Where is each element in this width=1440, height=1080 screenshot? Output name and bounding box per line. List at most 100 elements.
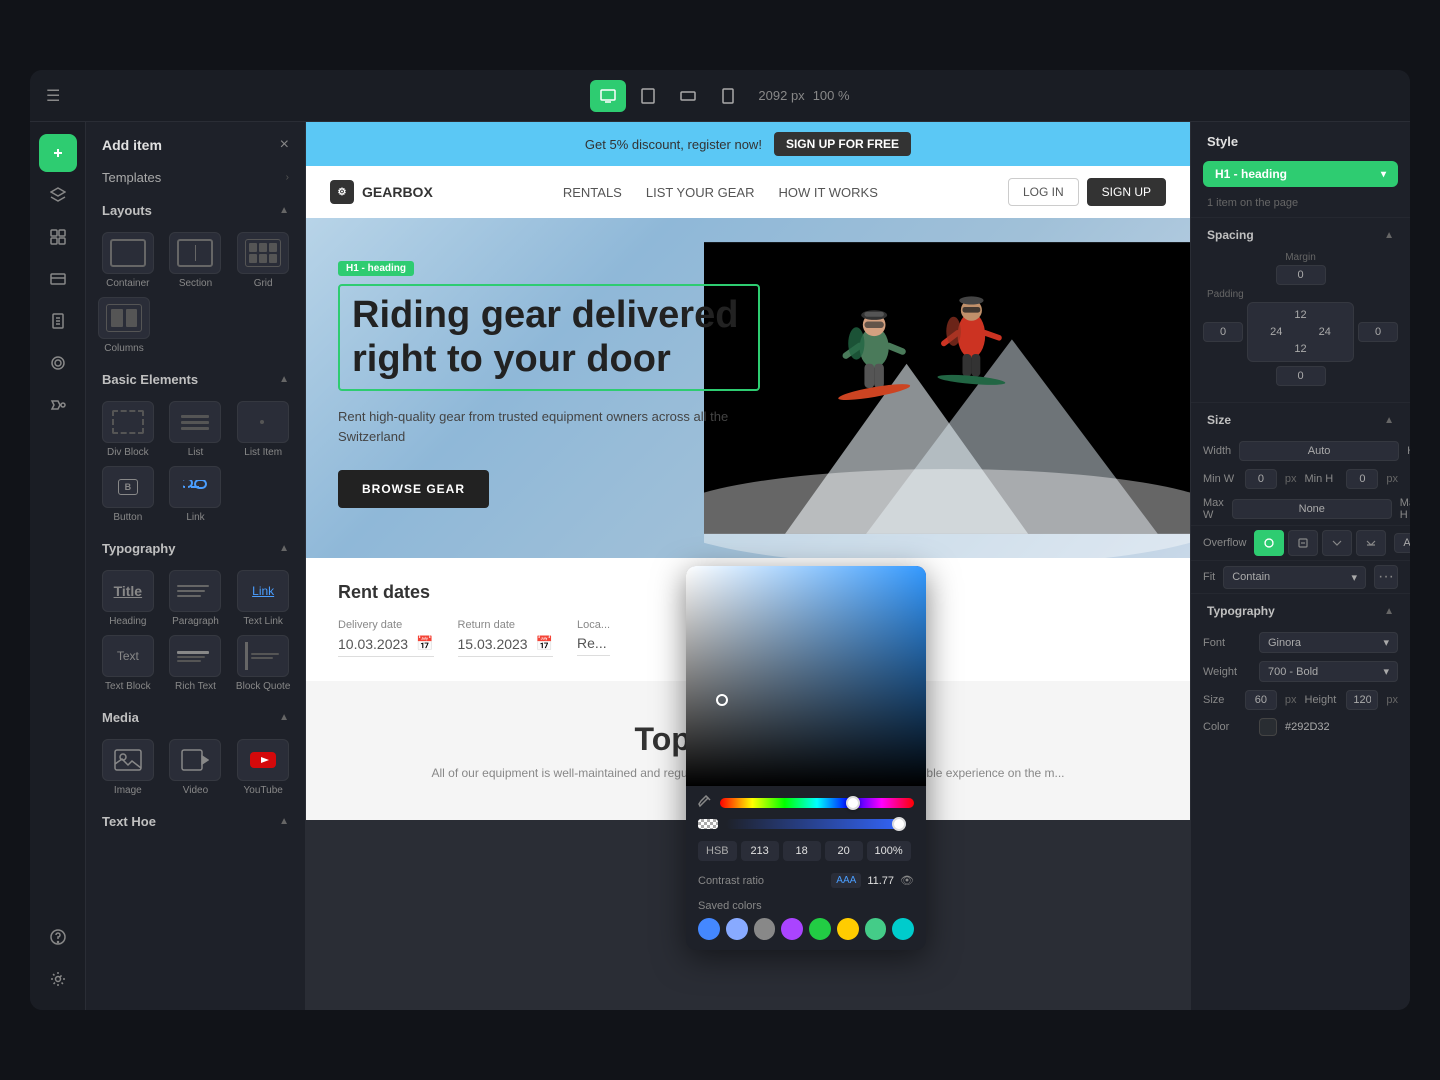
alpha-input[interactable] bbox=[867, 841, 911, 861]
layouts-section-header[interactable]: Layouts ▲ bbox=[86, 193, 305, 224]
min-w-input[interactable] bbox=[1245, 469, 1277, 489]
swatch-5[interactable] bbox=[809, 918, 831, 940]
media-youtube[interactable]: YouTube bbox=[233, 739, 293, 796]
text-hoe-section[interactable]: Text Hoe ▲ bbox=[86, 804, 305, 835]
min-h-input[interactable] bbox=[1346, 469, 1378, 489]
nav-link-how[interactable]: HOW IT WORKS bbox=[778, 185, 877, 200]
spacing-section-header[interactable]: Spacing ▲ bbox=[1191, 218, 1410, 252]
padding-left-input[interactable] bbox=[1203, 322, 1243, 342]
color-gradient[interactable] bbox=[686, 566, 926, 786]
signup-btn[interactable]: SIGN UP bbox=[1087, 178, 1166, 206]
color-swatch[interactable] bbox=[1259, 718, 1277, 736]
size-font-input[interactable] bbox=[1245, 690, 1277, 710]
help-icon[interactable] bbox=[39, 918, 77, 956]
size-font-unit: px bbox=[1285, 694, 1297, 706]
overflow-hidden-btn[interactable] bbox=[1288, 530, 1318, 556]
element-link[interactable]: Link bbox=[166, 466, 226, 523]
hero-heading[interactable]: Riding gear delivered right to your door bbox=[338, 284, 760, 391]
padding-left-val: 24 bbox=[1254, 324, 1299, 340]
basic-elements-section-header[interactable]: Basic Elements ▲ bbox=[86, 362, 305, 393]
desktop-view-btn[interactable] bbox=[590, 80, 626, 112]
overflow-auto-btn[interactable] bbox=[1356, 530, 1386, 556]
text-hoe-arrow: ▲ bbox=[279, 816, 289, 827]
typography-rp-header[interactable]: Typography ▲ bbox=[1191, 594, 1410, 628]
swatch-7[interactable] bbox=[865, 918, 887, 940]
delivery-value[interactable]: 10.03.2023 📅 bbox=[338, 635, 434, 657]
margin-bottom-input[interactable] bbox=[1276, 366, 1326, 386]
swatch-2[interactable] bbox=[726, 918, 748, 940]
layouts-grid: Container Section Grid bbox=[86, 224, 305, 362]
media-image[interactable]: Image bbox=[98, 739, 158, 796]
hue-slider[interactable] bbox=[720, 798, 914, 808]
tablet-view-btn[interactable] bbox=[630, 80, 666, 112]
layers-icon[interactable] bbox=[39, 176, 77, 214]
nav-link-rentals[interactable]: RENTALS bbox=[563, 185, 622, 200]
element-button[interactable]: B Button bbox=[98, 466, 158, 523]
settings-icon[interactable] bbox=[39, 960, 77, 998]
overflow-visible-btn[interactable] bbox=[1254, 530, 1284, 556]
pages-icon[interactable] bbox=[39, 302, 77, 340]
eyedropper-btn[interactable] bbox=[698, 794, 712, 811]
element-div-block[interactable]: Div Block bbox=[98, 401, 158, 458]
swatch-8[interactable] bbox=[892, 918, 914, 940]
components-icon[interactable] bbox=[39, 218, 77, 256]
typo-paragraph[interactable]: Paragraph bbox=[166, 570, 226, 627]
brightness-input[interactable] bbox=[825, 841, 863, 861]
container-label: Container bbox=[106, 278, 149, 289]
element-list[interactable]: List bbox=[166, 401, 226, 458]
typo-heading[interactable]: Title Heading bbox=[98, 570, 158, 627]
swatch-4[interactable] bbox=[781, 918, 803, 940]
mobile-portrait-btn[interactable] bbox=[710, 80, 746, 112]
swatch-3[interactable] bbox=[754, 918, 776, 940]
nav-link-list[interactable]: LIST YOUR GEAR bbox=[646, 185, 755, 200]
add-icon[interactable] bbox=[39, 134, 77, 172]
max-w-input[interactable] bbox=[1232, 499, 1392, 519]
margin-top-input[interactable] bbox=[1276, 265, 1326, 285]
width-input[interactable] bbox=[1239, 441, 1399, 461]
typography-section-header[interactable]: Typography ▲ bbox=[86, 531, 305, 562]
return-value[interactable]: 15.03.2023 📅 bbox=[458, 635, 554, 657]
fit-more-btn[interactable]: ··· bbox=[1374, 565, 1398, 589]
font-dropdown[interactable]: Ginora ▾ bbox=[1259, 632, 1398, 653]
media-video[interactable]: Video bbox=[166, 739, 226, 796]
layout-section[interactable]: Section bbox=[166, 232, 226, 289]
cms-icon[interactable] bbox=[39, 260, 77, 298]
typo-rich-text[interactable]: Rich Text bbox=[166, 635, 226, 692]
top-bar: ☰ 2092 px 100 % bbox=[30, 70, 1410, 122]
menu-icon[interactable]: ☰ bbox=[46, 86, 60, 106]
fit-dropdown[interactable]: Contain ▾ bbox=[1223, 566, 1366, 589]
height-label: Height bbox=[1407, 445, 1410, 457]
typo-text-link[interactable]: Link Text Link bbox=[233, 570, 293, 627]
heading-label: Heading bbox=[109, 616, 146, 627]
media-section-header[interactable]: Media ▲ bbox=[86, 700, 305, 731]
hue-input[interactable] bbox=[741, 841, 779, 861]
typo-text-block[interactable]: Text Text Block bbox=[98, 635, 158, 692]
panel-close-btn[interactable]: × bbox=[280, 136, 289, 154]
layout-columns[interactable]: Columns bbox=[98, 297, 150, 354]
spacing-arrow: ▲ bbox=[1384, 230, 1394, 241]
padding-right-input[interactable] bbox=[1358, 322, 1398, 342]
weight-dropdown[interactable]: 700 - Bold ▾ bbox=[1259, 661, 1398, 682]
text-block-icon: Text bbox=[102, 635, 154, 677]
logic-icon[interactable] bbox=[39, 386, 77, 424]
login-btn[interactable]: LOG IN bbox=[1008, 178, 1079, 206]
location-value[interactable]: Re... bbox=[577, 635, 610, 656]
size-section-header[interactable]: Size ▲ bbox=[1191, 403, 1410, 437]
layout-container[interactable]: Container bbox=[98, 232, 158, 289]
layout-grid[interactable]: Grid bbox=[233, 232, 293, 289]
height-font-input[interactable] bbox=[1346, 690, 1378, 710]
element-list-item[interactable]: List Item bbox=[233, 401, 293, 458]
mobile-landscape-btn[interactable] bbox=[670, 80, 706, 112]
assets-icon[interactable] bbox=[39, 344, 77, 382]
templates-item[interactable]: Templates › bbox=[86, 162, 305, 193]
browse-btn[interactable]: BROWSE GEAR bbox=[338, 470, 489, 508]
swatch-1[interactable] bbox=[698, 918, 720, 940]
color-mode-btn[interactable]: HSB bbox=[698, 841, 737, 861]
promo-btn[interactable]: SIGN UP FOR FREE bbox=[774, 132, 911, 156]
saturation-input[interactable] bbox=[783, 841, 821, 861]
style-dropdown[interactable]: H1 - heading ▾ bbox=[1203, 161, 1398, 187]
swatch-6[interactable] bbox=[837, 918, 859, 940]
alpha-slider[interactable] bbox=[726, 819, 906, 829]
typo-block-quote[interactable]: Block Quote bbox=[233, 635, 293, 692]
overflow-scroll-btn[interactable] bbox=[1322, 530, 1352, 556]
